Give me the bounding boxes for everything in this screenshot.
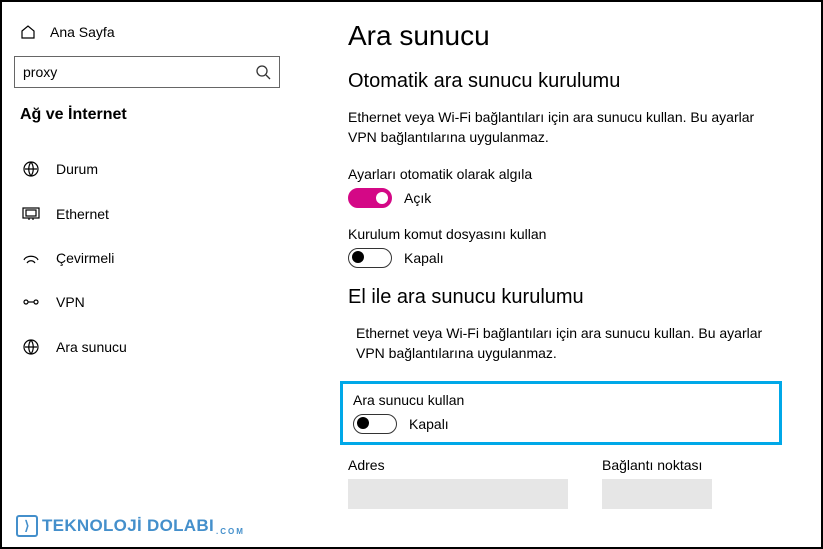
address-label: Adres <box>348 457 602 473</box>
page-title: Ara sunucu <box>348 20 805 52</box>
auto-detect-toggle-row: Açık <box>348 188 805 208</box>
status-icon <box>22 160 40 178</box>
section-description: Ethernet veya Wi-Fi bağlantıları için ar… <box>348 107 778 148</box>
setup-script-toggle-row: Kapalı <box>348 248 805 268</box>
sidebar-item-label: Durum <box>56 161 98 177</box>
use-proxy-toggle[interactable] <box>353 414 397 434</box>
use-proxy-toggle-row: Kapalı <box>353 414 769 434</box>
use-proxy-highlight: Ara sunucu kullan Kapalı <box>340 381 782 445</box>
watermark: ⟩ TEKNOLOJİ DOLABI .COM <box>16 515 245 537</box>
vpn-icon <box>22 295 40 309</box>
watermark-subtext: .COM <box>216 527 245 536</box>
dialup-icon <box>22 251 40 265</box>
auto-detect-state: Açık <box>404 190 431 206</box>
address-input[interactable] <box>348 479 568 509</box>
section-heading-auto: Otomatik ara sunucu kurulumu <box>348 70 805 93</box>
sidebar-item-proxy[interactable]: Ara sunucu <box>14 324 280 370</box>
sidebar-item-status[interactable]: Durum <box>14 146 280 192</box>
category-heading: Ağ ve İnternet <box>20 106 274 124</box>
use-proxy-state: Kapalı <box>409 416 449 432</box>
search-input[interactable] <box>23 64 255 80</box>
sidebar-item-label: VPN <box>56 294 85 310</box>
proxy-icon <box>22 338 40 356</box>
sidebar-item-label: Çevirmeli <box>56 250 114 266</box>
sidebar-item-label: Ethernet <box>56 206 109 222</box>
use-proxy-label: Ara sunucu kullan <box>353 392 769 408</box>
watermark-text: TEKNOLOJİ DOLABI <box>42 516 214 536</box>
settings-sidebar: Ana Sayfa Ağ ve İnternet Durum Ethernet <box>2 2 292 547</box>
search-icon <box>255 64 271 80</box>
sidebar-item-ethernet[interactable]: Ethernet <box>14 192 280 236</box>
port-input[interactable] <box>602 479 712 509</box>
home-link[interactable]: Ana Sayfa <box>14 18 280 56</box>
setup-script-state: Kapalı <box>404 250 444 266</box>
watermark-logo-icon: ⟩ <box>16 515 38 537</box>
auto-detect-label: Ayarları otomatik olarak algıla <box>348 166 805 182</box>
sidebar-item-dialup[interactable]: Çevirmeli <box>14 236 280 280</box>
port-label: Bağlantı noktası <box>602 457 742 473</box>
search-box[interactable] <box>14 56 280 88</box>
sidebar-item-label: Ara sunucu <box>56 339 127 355</box>
section-description-manual: Ethernet veya Wi-Fi bağlantıları için ar… <box>356 323 786 364</box>
setup-script-toggle[interactable] <box>348 248 392 268</box>
sidebar-item-vpn[interactable]: VPN <box>14 280 280 324</box>
proxy-fields-row: Adres Bağlantı noktası <box>348 457 805 509</box>
auto-detect-toggle[interactable] <box>348 188 392 208</box>
home-icon <box>20 24 36 40</box>
section-heading-manual: El ile ara sunucu kurulumu <box>348 286 805 309</box>
home-label: Ana Sayfa <box>50 24 115 40</box>
ethernet-icon <box>22 207 40 221</box>
settings-content: Ara sunucu Otomatik ara sunucu kurulumu … <box>292 2 821 547</box>
setup-script-label: Kurulum komut dosyasını kullan <box>348 226 805 242</box>
